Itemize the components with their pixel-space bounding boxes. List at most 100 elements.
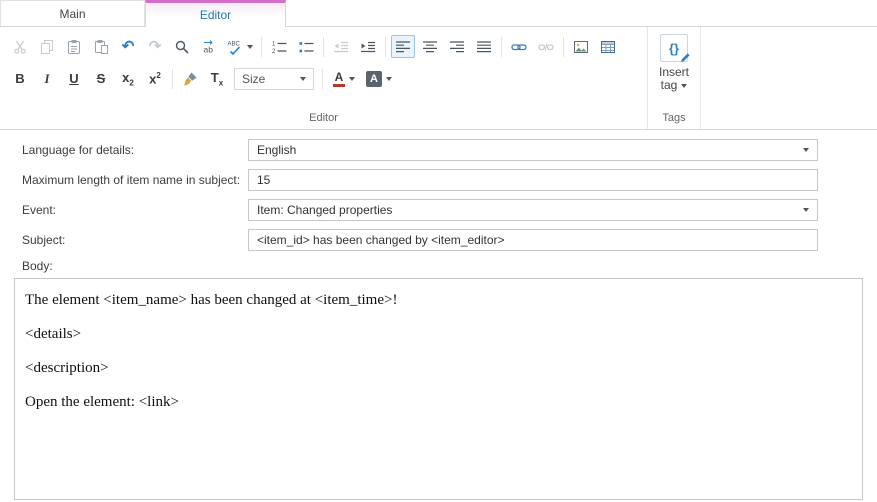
- replace-button[interactable]: ab: [197, 35, 221, 58]
- max-length-label: Maximum length of item name in subject:: [0, 173, 248, 187]
- body-line: The element <item_name> has been changed…: [25, 292, 852, 309]
- numbered-list-button[interactable]: 12: [267, 35, 291, 58]
- pencil-icon: [680, 51, 692, 63]
- subscript-icon: x2: [122, 70, 134, 88]
- strikethrough-icon: S: [97, 71, 106, 86]
- brush-icon: [182, 71, 198, 87]
- undo-icon: ↶: [122, 39, 135, 54]
- justify-icon: [476, 39, 492, 55]
- dropdown-caret-icon: [300, 77, 306, 81]
- strikethrough-button[interactable]: S: [89, 67, 113, 90]
- dropdown-caret-icon: [681, 84, 687, 88]
- replace-letters: ab: [204, 44, 214, 54]
- undo-button[interactable]: ↶: [116, 35, 140, 58]
- bullet-list-button[interactable]: [294, 35, 318, 58]
- highlight-color-button[interactable]: A: [363, 67, 395, 90]
- event-label: Event:: [0, 203, 248, 217]
- bold-button[interactable]: B: [8, 67, 32, 90]
- align-right-icon: [449, 39, 465, 55]
- justify-button[interactable]: [472, 35, 496, 58]
- tab-editor[interactable]: Editor: [145, 0, 286, 27]
- dropdown-caret-icon: [247, 45, 253, 49]
- dropdown-caret-icon: [803, 148, 809, 152]
- font-size-select[interactable]: Size: [234, 68, 314, 90]
- spellcheck-letters: ABC: [228, 41, 241, 47]
- increase-indent-icon: [360, 39, 376, 55]
- max-length-input[interactable]: [248, 169, 818, 191]
- highlight-color-icon: A: [366, 71, 382, 87]
- dropdown-caret-icon: [803, 208, 809, 212]
- bullet-list-icon: [298, 39, 314, 55]
- body-line: <description>: [25, 360, 852, 377]
- numbered-list-icon: 12: [271, 39, 287, 55]
- paste-special-button[interactable]: [89, 35, 113, 58]
- insert-tag-label-line2: tag: [661, 79, 678, 92]
- toolbar-row-1: ↶ ↷ ab ABC 12: [8, 34, 643, 59]
- body-label: Body:: [0, 259, 877, 273]
- insert-image-button[interactable]: [569, 35, 593, 58]
- find-button[interactable]: [170, 35, 194, 58]
- italic-button[interactable]: I: [35, 67, 59, 90]
- paste-special-icon: [93, 39, 109, 55]
- insert-tag-button[interactable]: {} Insert tag: [648, 27, 700, 111]
- unlink-button[interactable]: [534, 35, 558, 58]
- num1-glyph: 1: [272, 41, 276, 47]
- decrease-indent-button[interactable]: [329, 35, 353, 58]
- subject-label: Subject:: [0, 233, 248, 247]
- event-value: Item: Changed properties: [257, 203, 799, 217]
- align-right-button[interactable]: [445, 35, 469, 58]
- cut-button[interactable]: [8, 35, 32, 58]
- ribbon-group-editor: ↶ ↷ ab ABC 12: [0, 27, 648, 129]
- ribbon: ↶ ↷ ab ABC 12: [0, 27, 877, 130]
- font-color-button[interactable]: A: [328, 67, 360, 90]
- subscript-button[interactable]: x2: [116, 67, 140, 90]
- unlink-icon: [538, 39, 554, 55]
- superscript-button[interactable]: x2: [143, 67, 167, 90]
- tab-editor-label: Editor: [200, 8, 231, 22]
- form-row: Maximum length of item name in subject:: [0, 169, 877, 191]
- language-value: English: [257, 143, 799, 157]
- insert-table-button[interactable]: [596, 35, 620, 58]
- clear-formatting-button[interactable]: Tx: [205, 67, 229, 90]
- toolbar-separator: [322, 69, 323, 89]
- tab-main-label: Main: [59, 7, 85, 21]
- italic-icon: I: [44, 71, 49, 87]
- clear-formatting-icon: Tx: [211, 70, 223, 88]
- redo-icon: ↷: [149, 39, 162, 54]
- ribbon-empty-area: [701, 27, 877, 129]
- toolbar-row-2: B I U S x2 x2 Tx Size A A: [8, 66, 643, 91]
- increase-indent-button[interactable]: [356, 35, 380, 58]
- ribbon-tab-bar: Main Editor: [0, 0, 877, 27]
- tab-main[interactable]: Main: [0, 0, 145, 26]
- template-form: Language for details: English Maximum le…: [0, 130, 877, 500]
- spellcheck-button[interactable]: ABC: [224, 35, 256, 58]
- toolbar-separator: [261, 37, 262, 57]
- redo-button[interactable]: ↷: [143, 35, 167, 58]
- body-editor[interactable]: The element <item_name> has been changed…: [14, 278, 863, 500]
- paste-icon: [66, 39, 82, 55]
- subject-input[interactable]: [248, 229, 818, 251]
- format-painter-button[interactable]: [178, 67, 202, 90]
- num2-glyph: 2: [272, 49, 276, 55]
- body-line: [25, 309, 852, 326]
- template-editor-window: Main Editor ↶ ↷ ab ABC 12: [0, 0, 877, 500]
- align-left-button[interactable]: [391, 35, 415, 58]
- decrease-indent-icon: [333, 39, 349, 55]
- insert-link-button[interactable]: [507, 35, 531, 58]
- align-center-icon: [422, 39, 438, 55]
- table-icon: [600, 39, 616, 55]
- font-size-label: Size: [242, 72, 265, 86]
- insert-tag-icon: {}: [660, 34, 688, 62]
- language-dropdown[interactable]: English: [248, 139, 818, 161]
- align-center-button[interactable]: [418, 35, 442, 58]
- spellcheck-icon: ABC: [227, 39, 243, 55]
- paste-button[interactable]: [62, 35, 86, 58]
- event-dropdown[interactable]: Item: Changed properties: [248, 199, 818, 221]
- font-color-icon: A: [333, 71, 345, 87]
- dropdown-caret-icon: [386, 77, 392, 81]
- copy-button[interactable]: [35, 35, 59, 58]
- form-row: Event: Item: Changed properties: [0, 199, 877, 221]
- body-line: [25, 377, 852, 394]
- underline-button[interactable]: U: [62, 67, 86, 90]
- toolbar-separator: [385, 37, 386, 57]
